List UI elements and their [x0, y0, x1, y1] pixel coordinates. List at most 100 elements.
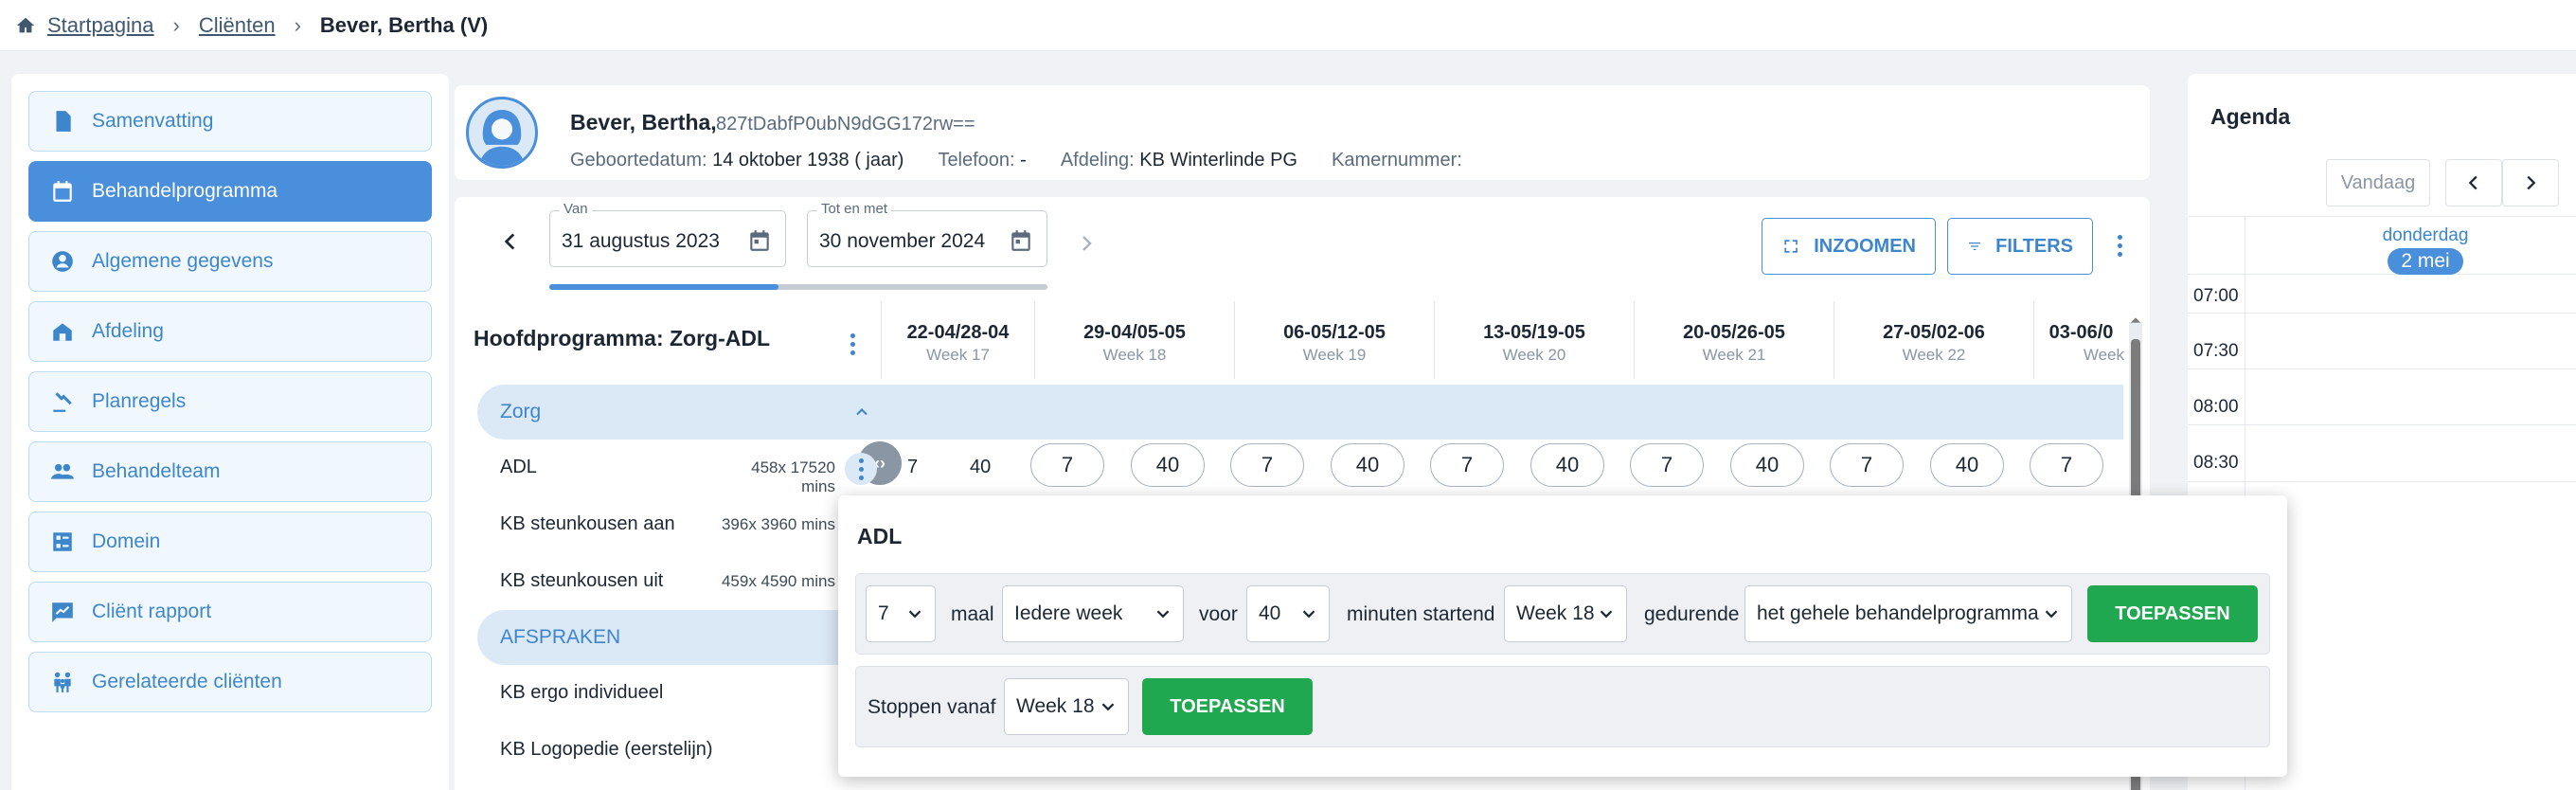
sidebar-item-gerelateerde-clienten[interactable]: Gerelateerde cliënten [28, 652, 432, 712]
times-pill[interactable]: 7 [1830, 443, 1904, 487]
maal-text: maal [951, 603, 994, 625]
week17-minutes: 40 [970, 457, 992, 477]
agenda-time-label: 08:30 [2193, 453, 2239, 473]
minutes-select[interactable]: 40 [1246, 585, 1330, 642]
times-pill[interactable]: 7 [1230, 443, 1304, 487]
popup-title: ADL [857, 524, 903, 548]
calendar-icon[interactable] [747, 228, 772, 253]
week-number: Week 21 [1702, 346, 1766, 364]
breadcrumb: Startpagina › Cliënten › Bever, Bertha (… [0, 0, 2576, 51]
next-period-button[interactable] [1072, 229, 1100, 258]
row-label: KB Logopedie (eerstelijn) [500, 739, 713, 760]
program-title: Hoofdprogramma: Zorg-ADL [474, 326, 771, 350]
frequency-select[interactable]: Iedere week [1002, 585, 1184, 642]
avatar [466, 97, 538, 169]
week-dates: 20-05/26-05 [1683, 322, 1785, 343]
previous-period-button[interactable] [496, 227, 525, 256]
phone-field: Telefoon: - [938, 150, 1026, 171]
times-pill[interactable]: 7 [1030, 443, 1104, 487]
row-options-icon[interactable] [845, 453, 877, 485]
to-date-field[interactable]: Tot en met 30 november 2024 [807, 201, 1047, 267]
calendar-icon [53, 181, 72, 202]
related-clients-icon [54, 672, 71, 692]
agenda-time-label: 08:00 [2193, 397, 2239, 417]
summary-icon [56, 111, 71, 132]
recurrence-rule-row: 7 maal Iedere week voor 40 minuten start… [855, 573, 2270, 655]
week-number: Week 20 [1502, 346, 1566, 364]
group-afspraken-label: AFSPRAKEN [500, 626, 621, 648]
sidebar-item-planregels[interactable]: Planregels [28, 371, 432, 432]
to-date-value: 30 november 2024 [819, 230, 986, 252]
row-minutes: 459x 4590 mins [721, 572, 835, 590]
team-icon [51, 463, 74, 479]
sidebar-item-behandelteam[interactable]: Behandelteam [28, 441, 432, 502]
filters-button[interactable]: FILTERS [1947, 218, 2093, 275]
sidebar-item-algemene-gegevens[interactable]: Algemene gegevens [28, 231, 432, 292]
sidebar-item-client-rapport[interactable]: Cliënt rapport [28, 582, 432, 642]
sidebar-item-behandelprogramma[interactable]: Behandelprogramma [28, 161, 432, 222]
period-progress-fill [549, 284, 778, 290]
row-minutes: 458x 17520 mins [751, 458, 835, 495]
times-pill[interactable]: 7 [1630, 443, 1704, 487]
minutes-pill[interactable]: 40 [1530, 443, 1604, 487]
row-label: KB ergo individueel [500, 682, 664, 703]
from-date-label: Van [560, 201, 592, 217]
week-number: Week 19 [1302, 346, 1367, 364]
today-label: Vandaag [2340, 171, 2416, 193]
agenda-prev-button[interactable] [2445, 159, 2502, 206]
minutes-pill[interactable]: 40 [1331, 443, 1404, 487]
minutes-pill[interactable]: 40 [1131, 443, 1205, 487]
person-icon [52, 251, 73, 272]
group-zorg[interactable]: Zorg [477, 385, 881, 440]
week-column: 13-05/19-05 Week 20 [1434, 301, 1634, 379]
more-options-icon[interactable] [2112, 235, 2127, 257]
week-column: 27-05/02-06 Week 22 [1834, 301, 2033, 379]
sidebar: Samenvatting Behandelprogramma Algemene … [11, 74, 449, 790]
sidebar-item-samenvatting[interactable]: Samenvatting [28, 91, 432, 152]
sidebar-item-label: Behandelprogramma [92, 180, 278, 202]
chevron-down-icon [1302, 610, 1315, 619]
stop-week-select[interactable]: Week 18 [1004, 678, 1129, 735]
home-icon[interactable] [15, 15, 36, 36]
apply-stop-button[interactable]: TOEPASSEN [1142, 678, 1313, 735]
birthdate-value: 14 oktober 1938 ( jaar) [712, 150, 904, 171]
agenda-slot-line [2188, 368, 2576, 369]
week-number: Week [2083, 346, 2124, 364]
program-options-icon[interactable] [845, 333, 860, 355]
zoom-in-button[interactable]: INZOOMEN [1762, 218, 1936, 275]
times-select[interactable]: 7 [866, 585, 936, 642]
agenda-next-button[interactable] [2502, 159, 2559, 206]
agenda-day[interactable]: donderdag 2 mei [2275, 216, 2576, 275]
apply-recurrence-button[interactable]: TOEPASSEN [2087, 585, 2258, 642]
sidebar-item-domein[interactable]: Domein [28, 512, 432, 572]
sidebar-item-label: Domein [92, 530, 161, 552]
phone-label: Telefoon: [938, 150, 1015, 171]
calendar-icon[interactable] [1009, 228, 1033, 253]
chevron-up-icon[interactable] [852, 403, 871, 422]
from-date-field[interactable]: Van 31 augustus 2023 [549, 201, 786, 267]
patient-name-text: Bever, Bertha, [570, 110, 717, 135]
breadcrumb-clients-link[interactable]: Cliënten [199, 13, 276, 38]
times-pill[interactable]: 7 [2030, 443, 2103, 487]
minutes-pill[interactable]: 40 [1930, 443, 2004, 487]
start-week-select-value: Week 18 [1516, 602, 1595, 624]
zoom-in-label: INZOOMEN [1814, 235, 1916, 257]
row-label: ADL [500, 457, 537, 477]
department-field: Afdeling: KB Winterlinde PG [1061, 150, 1297, 171]
breadcrumb-home-link[interactable]: Startpagina [47, 13, 154, 38]
minutes-pill[interactable]: 40 [1730, 443, 1804, 487]
filter-icon [1969, 242, 1981, 251]
chevron-left-icon [504, 233, 515, 250]
group-afspraken[interactable]: AFSPRAKEN [477, 610, 881, 665]
row-minutes: 396x 3960 mins [721, 515, 835, 533]
minuten-startend-text: minuten startend [1347, 603, 1495, 625]
sidebar-item-afdeling[interactable]: Afdeling [28, 301, 432, 362]
today-button[interactable]: Vandaag [2326, 159, 2430, 206]
sidebar-item-label: Planregels [92, 390, 187, 412]
week-number: Week 17 [926, 346, 990, 364]
duration-select[interactable]: het gehele behandelprogramma [1744, 585, 2072, 642]
start-week-select[interactable]: Week 18 [1504, 585, 1627, 642]
scroll-up-icon[interactable] [2128, 313, 2143, 328]
times-pill[interactable]: 7 [1430, 443, 1504, 487]
sidebar-item-label: Samenvatting [92, 110, 214, 132]
